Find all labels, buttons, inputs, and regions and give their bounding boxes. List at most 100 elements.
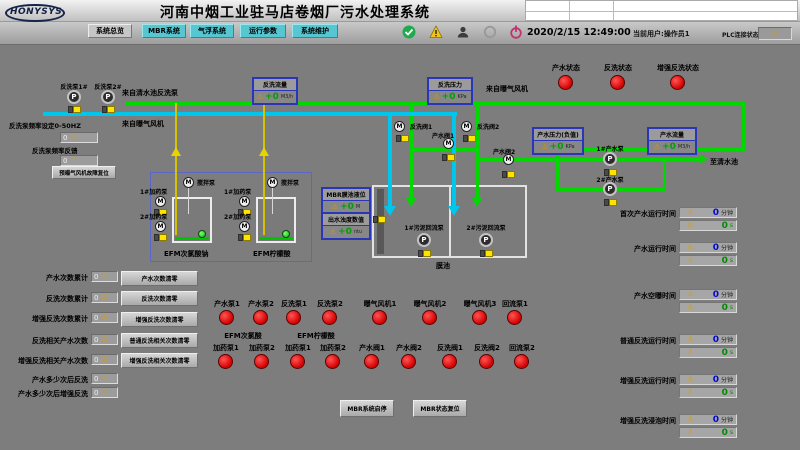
gauge-value: +0 [442,92,456,102]
counter-field[interactable]: 0⚠ [91,373,118,384]
pump-icon[interactable]: P [67,90,81,104]
counter-clear-button[interactable]: 增强反洗次数清零 [121,312,198,327]
flow-arrow-down [406,198,416,207]
counter-clear-button[interactable]: 反洗次数清零 [121,291,198,306]
counter-value: 0 [94,336,98,344]
aeration-indicator [373,216,386,223]
pump-icon[interactable]: P [479,233,493,247]
warning-icon: ⚠ [101,294,107,301]
field-value: 0 [63,134,67,142]
gauge-product-pressure: 产水压力(负值) ⚠+0KPa [532,127,584,155]
timer-minutes-field: ⚠0分钟 [679,289,737,300]
chemical-header-label: EFM次氯酸 [213,331,273,341]
status-ok-icon[interactable] [402,25,416,39]
counter-value: 0 [94,294,98,302]
from-clean-pool-label: 来自清水池反洗泵 [122,88,178,98]
warning-icon: ⚠ [101,336,107,343]
valve-icon[interactable]: M [443,138,454,149]
pump-indicator [68,106,81,113]
counter-field[interactable]: 0⚠ [91,334,118,345]
mbr-reset-button[interactable]: MBR状态复位 [413,400,467,417]
pump-icon[interactable]: P [603,182,617,196]
pump-icon[interactable]: P [101,90,115,104]
dosing-pump1-icon[interactable]: M [155,196,166,207]
nav-tab-2[interactable]: MBR系统 [142,24,186,38]
alarm-warning-icon[interactable] [429,25,443,39]
device-status-light [401,354,416,369]
timer-seconds-field: ⚠0s [679,427,737,438]
device-label: 曝气风机2 [406,299,454,309]
mbr-start-stop-button[interactable]: MBR系统启停 [340,400,394,417]
warning-icon: ⚠ [687,389,693,396]
power-icon[interactable] [509,25,523,39]
warning-icon: ⚠ [70,134,76,141]
timer-label: 产水空曝时间 [556,291,676,301]
counter-clear-button[interactable]: 增强反洗相关次数清零 [121,353,198,368]
timer-minutes-unit: 分钟 [721,208,733,217]
counter-field[interactable]: 0⚠ [91,271,118,282]
dosing-pump2-icon[interactable]: M [239,221,250,232]
timer-seconds-unit: s [730,349,733,356]
counter-field[interactable]: 0⚠ [91,292,118,303]
page-title: 河南中烟工业驻马店卷烟厂污水处理系统 [160,2,460,22]
timer-seconds-unit: s [730,304,733,311]
valve-icon[interactable]: M [503,154,514,165]
valve-icon[interactable]: M [394,121,405,132]
device-status-light [325,354,340,369]
timer-seconds: 0 [722,348,728,358]
device-status-light [253,310,268,325]
valve-icon[interactable]: M [461,121,472,132]
counter-field[interactable]: 0⚠ [91,387,118,398]
timer-seconds: 0 [722,221,728,231]
membrane-tank [372,185,527,258]
nav-tab-5[interactable]: 系统维护 [292,24,338,38]
air-pipe-segment [452,112,456,210]
warning-icon: ⚠ [257,94,263,101]
freq-set-field[interactable]: 0⚠ [60,132,98,143]
device-status-light [322,310,337,325]
counter-field[interactable]: 0⚠ [91,354,118,365]
company-logo-text: HONYSYS [10,7,62,17]
valve-label: 反洗阀2 [477,122,499,131]
timer-seconds-field: ⚠0s [679,302,737,313]
user-icon[interactable] [456,25,470,39]
blower-fault-reset-button[interactable]: 预曝气风机故障复位 [52,166,116,179]
refresh-icon[interactable] [483,25,497,39]
nav-tab-4[interactable]: 运行参数 [240,24,286,38]
tank-divider [449,187,451,256]
air-arrow-down [448,206,460,216]
timer-seconds-field: ⚠0s [679,255,737,266]
counter-clear-button[interactable]: 产水次数清零 [121,271,198,286]
counter-field[interactable]: 0⚠ [91,312,118,323]
dosing-pump1-label: 1#加药泵 [140,187,167,196]
counter-label: 产水次数累计 [2,273,88,283]
timer-label: 普通反洗运行时间 [556,336,676,346]
counter-value: 0 [94,389,98,397]
pump-icon[interactable]: P [417,233,431,247]
dosing-pump2-icon[interactable]: M [155,221,166,232]
nav-tab-1[interactable]: 系统总览 [88,24,132,38]
stirrer-motor-icon[interactable]: M [183,177,194,188]
counter-clear-button[interactable]: 普通反洗相关次数清零 [121,333,198,348]
timer-minutes-field: ⚠0分钟 [679,242,737,253]
device-status-light [442,354,457,369]
plc-status-field: ⚠ [758,27,792,40]
timer-minutes: 0 [713,375,719,385]
pump-icon[interactable]: P [603,152,617,166]
nav-tab-3[interactable]: 气浮系统 [190,24,234,38]
timer-minutes: 0 [713,415,719,425]
stirrer-shaft [272,184,273,214]
gauge-product-flow: 产水流量 ⚠+0M3/h [647,127,697,155]
tank-ok-light [282,230,290,238]
pump-indicator [102,106,115,113]
dosing-line [175,103,177,235]
dosing-pump1-icon[interactable]: M [239,196,250,207]
pump-indicator [604,199,617,206]
counter-value: 0 [94,356,98,364]
stirrer-motor-icon[interactable]: M [267,177,278,188]
gauge-turbidity: 出水浊度数值 ⚠+0ntu [321,212,371,240]
status-light [558,75,573,90]
device-status-light [219,310,234,325]
warning-icon: ⚠ [101,375,107,382]
gauge-label: 反洗压力 [429,79,471,91]
